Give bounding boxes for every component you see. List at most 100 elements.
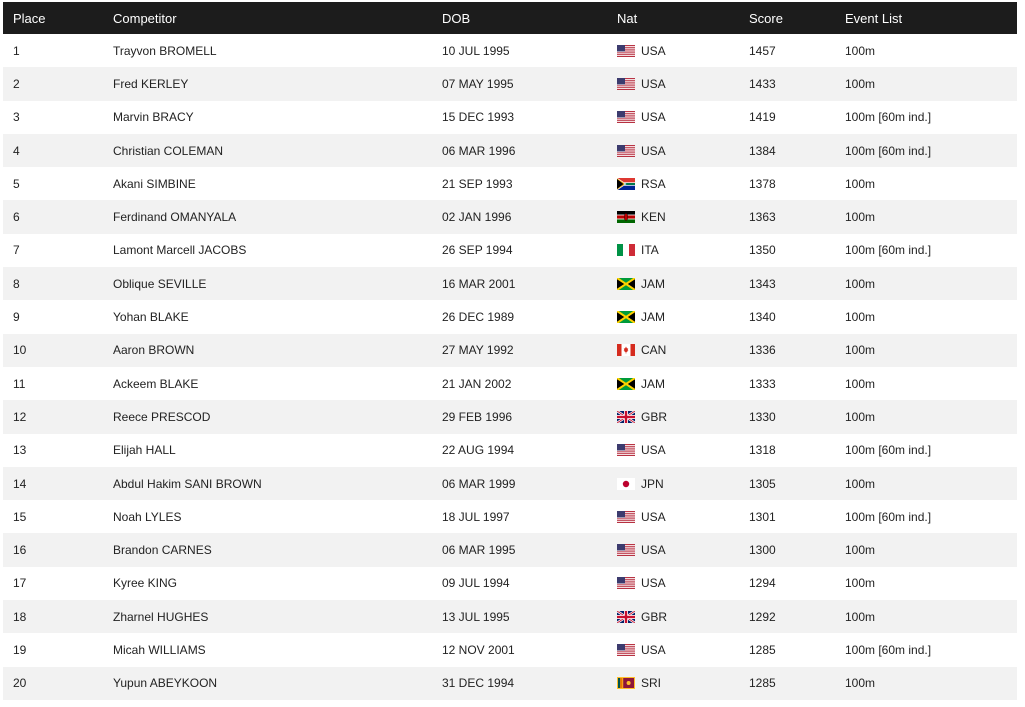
cell-competitor[interactable]: Ferdinand OMANYALA: [113, 200, 442, 233]
jam-flag-icon: [617, 377, 635, 390]
cell-event-list: 100m [60m ind.]: [845, 110, 932, 125]
table-row[interactable]: 10 Aaron BROWN 27 MAY 1992 CAN 1336 100m: [3, 333, 1017, 367]
table-row[interactable]: 9 Yohan BLAKE 26 DEC 1989 JAM 1340 100m: [3, 300, 1017, 334]
ita-flag-icon: [617, 244, 635, 257]
nat-code: USA: [641, 509, 666, 524]
cell-competitor[interactable]: Marvin BRACY: [113, 101, 442, 134]
cell-dob: 06 MAR 1995: [442, 543, 516, 558]
cell-dob: 06 MAR 1996: [442, 143, 516, 158]
cell-score: 1363: [749, 210, 776, 225]
table-row[interactable]: 14 Abdul Hakim SANI BROWN 06 MAR 1999 JPN 13…: [3, 466, 1017, 501]
table-row[interactable]: 15 Noah LYLES 18 JUL 1997 USA 1301 100m [60m …: [3, 500, 1017, 534]
cell-competitor[interactable]: Trayvon BROMELL: [113, 34, 442, 67]
cell-competitor[interactable]: Yohan BLAKE: [113, 300, 442, 333]
cell-place: 10: [13, 343, 27, 358]
table-row[interactable]: 12 Reece PRESCOD 29 FEB 1996 GBR 1330 100m: [3, 400, 1017, 434]
cell-place: 20: [13, 676, 27, 691]
nat-wrapper: GBR: [617, 410, 749, 424]
cell-event-list: 100m: [845, 276, 876, 291]
nat-code: USA: [641, 576, 666, 591]
cell-competitor[interactable]: Ackeem BLAKE: [113, 367, 442, 400]
table-row[interactable]: 1 Trayvon BROMELL 10 JUL 1995 USA 1457 100m: [3, 34, 1017, 68]
header-score[interactable]: Score: [749, 2, 845, 34]
cell-place: 3: [13, 110, 20, 125]
table-row[interactable]: 4 Christian COLEMAN 06 MAR 1996 USA 1384 100m…: [3, 133, 1017, 168]
cell-competitor[interactable]: Abdul Hakim SANI BROWN: [113, 467, 442, 500]
cell-dob: 21 JAN 2002: [442, 376, 512, 391]
table-row[interactable]: 13 Elijah HALL 22 AUG 1994 USA 1318 100m [60m…: [3, 433, 1017, 467]
table-row[interactable]: 3 Marvin BRACY 15 DEC 1993 USA 1419 100m [60m…: [3, 100, 1017, 134]
cell-event-list: 100m: [845, 409, 876, 424]
gbr-flag-icon: [617, 610, 635, 623]
header-competitor[interactable]: Competitor: [113, 2, 442, 34]
usa-flag-icon: [617, 510, 635, 523]
table-row[interactable]: 20 Yupun ABEYKOON 31 DEC 1994 SRI 1285 100m: [3, 666, 1017, 700]
cell-event-list: 100m [60m ind.]: [845, 143, 932, 158]
cell-competitor[interactable]: Reece PRESCOD: [113, 400, 442, 433]
cell-competitor[interactable]: Micah WILLIAMS: [113, 633, 442, 666]
nat-wrapper: USA: [617, 110, 749, 124]
cell-competitor[interactable]: Akani SIMBINE: [113, 167, 442, 200]
table-row[interactable]: 6 Ferdinand OMANYALA 02 JAN 1996 KEN 1363 100…: [3, 200, 1017, 234]
cell-score: 1292: [749, 609, 776, 624]
cell-score: 1294: [749, 576, 776, 591]
cell-event-list: 100m [60m ind.]: [845, 509, 932, 524]
cell-nat: USA: [617, 134, 749, 167]
nat-wrapper: USA: [617, 144, 749, 158]
rankings-table-container: Place Competitor DOB Nat Score Event Lis…: [3, 2, 1017, 700]
nat-wrapper: RSA: [617, 177, 749, 191]
jpn-flag-icon: [617, 477, 635, 490]
table-row[interactable]: 2 Fred KERLEY 07 MAY 1995 USA 1433 100m: [3, 67, 1017, 101]
table-row[interactable]: 8 Oblique SEVILLE 16 MAR 2001 JAM 1343 100m: [3, 267, 1017, 301]
nat-wrapper: ITA: [617, 243, 749, 257]
nat-wrapper: USA: [617, 643, 749, 657]
cell-competitor[interactable]: Fred KERLEY: [113, 67, 442, 100]
cell-event-list: 100m: [845, 310, 876, 325]
cell-dob: 26 DEC 1989: [442, 310, 515, 325]
cell-competitor[interactable]: Lamont Marcell JACOBS: [113, 234, 442, 267]
nat-wrapper: JAM: [617, 277, 749, 291]
cell-dob: 07 MAY 1995: [442, 76, 514, 91]
nat-wrapper: JAM: [617, 377, 749, 391]
table-row[interactable]: 7 Lamont Marcell JACOBS 26 SEP 1994 ITA 1350…: [3, 233, 1017, 268]
cell-competitor[interactable]: Zharnel HUGHES: [113, 600, 442, 633]
header-place[interactable]: Place: [3, 2, 113, 34]
cell-event-list: 100m: [845, 343, 876, 358]
header-nat[interactable]: Nat: [617, 2, 749, 34]
table-row[interactable]: 16 Brandon CARNES 06 MAR 1995 USA 1300 100m: [3, 533, 1017, 567]
cell-nat: USA: [617, 67, 749, 100]
header-event-list[interactable]: Event List: [845, 2, 1017, 34]
cell-event-list: 100m: [845, 476, 876, 491]
cell-competitor[interactable]: Yupun ABEYKOON: [113, 667, 442, 700]
cell-nat: JAM: [617, 367, 749, 400]
cell-dob: 26 SEP 1994: [442, 243, 513, 258]
cell-competitor[interactable]: Aaron BROWN: [113, 334, 442, 367]
cell-place: 19: [13, 642, 27, 657]
table-row[interactable]: 18 Zharnel HUGHES 13 JUL 1995 GBR 1292 100m: [3, 600, 1017, 634]
nat-wrapper: KEN: [617, 210, 749, 224]
table-row[interactable]: 11 Ackeem BLAKE 21 JAN 2002 JAM 1333 100m: [3, 366, 1017, 401]
nat-wrapper: CAN: [617, 343, 749, 357]
cell-place: 7: [13, 243, 20, 258]
cell-competitor[interactable]: Kyree KING: [113, 567, 442, 600]
cell-nat: USA: [617, 567, 749, 600]
nat-wrapper: GBR: [617, 610, 749, 624]
header-dob[interactable]: DOB: [442, 2, 617, 34]
cell-score: 1285: [749, 676, 776, 691]
table-row[interactable]: 17 Kyree KING 09 JUL 1994 USA 1294 100m: [3, 566, 1017, 601]
cell-score: 1457: [749, 43, 776, 58]
cell-event-list: 100m [60m ind.]: [845, 443, 932, 458]
cell-event-list: 100m: [845, 576, 876, 591]
cell-nat: KEN: [617, 200, 749, 233]
cell-competitor[interactable]: Noah LYLES: [113, 500, 442, 533]
cell-competitor[interactable]: Elijah HALL: [113, 434, 442, 467]
cell-competitor[interactable]: Brandon CARNES: [113, 533, 442, 566]
ken-flag-icon: [617, 211, 635, 224]
cell-competitor[interactable]: Christian COLEMAN: [113, 134, 442, 167]
table-row[interactable]: 19 Micah WILLIAMS 12 NOV 2001 USA 1285 100m […: [3, 633, 1017, 667]
cell-competitor[interactable]: Oblique SEVILLE: [113, 267, 442, 300]
nat-code: CAN: [641, 343, 667, 358]
table-row[interactable]: 5 Akani SIMBINE 21 SEP 1993 RSA 1378 100m: [3, 167, 1017, 201]
cell-dob: 18 JUL 1997: [442, 509, 510, 524]
nat-code: JAM: [641, 310, 665, 325]
